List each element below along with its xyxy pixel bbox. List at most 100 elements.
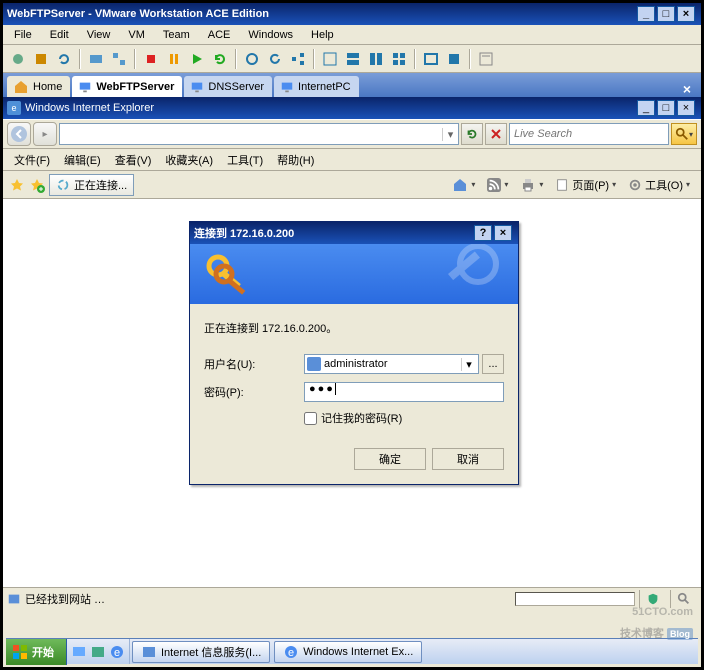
search-button[interactable]: ▾ bbox=[671, 123, 697, 145]
iis-icon bbox=[7, 592, 21, 606]
ie-menu-edit[interactable]: 编辑(E) bbox=[57, 150, 108, 170]
view4-icon[interactable] bbox=[388, 48, 410, 70]
back-button[interactable] bbox=[7, 122, 31, 146]
home-icon bbox=[452, 177, 468, 193]
keys-icon bbox=[198, 244, 258, 304]
snapshot-icon[interactable] bbox=[85, 48, 107, 70]
unity-icon[interactable] bbox=[443, 48, 465, 70]
view2-icon[interactable] bbox=[342, 48, 364, 70]
tab-home[interactable]: Home bbox=[7, 76, 70, 97]
restart-icon[interactable] bbox=[209, 48, 231, 70]
ie-menu-file[interactable]: 文件(F) bbox=[7, 150, 57, 170]
menu-edit[interactable]: Edit bbox=[42, 27, 77, 43]
close-button[interactable]: × bbox=[677, 6, 695, 22]
address-input[interactable] bbox=[60, 124, 442, 144]
vmware-toolbar bbox=[3, 45, 701, 73]
taskbar-app-iis[interactable]: Internet 信息服务(I... bbox=[132, 641, 270, 663]
stop-button[interactable] bbox=[485, 123, 507, 145]
feeds-button[interactable]: ▾ bbox=[482, 176, 513, 194]
print-icon bbox=[520, 177, 536, 193]
dialog-banner bbox=[190, 244, 518, 304]
gear-icon bbox=[628, 178, 642, 192]
tab-home-label: Home bbox=[33, 81, 62, 93]
ie-minimize-button[interactable]: _ bbox=[637, 100, 655, 116]
ie-close-button[interactable]: × bbox=[677, 100, 695, 116]
menu-file[interactable]: File bbox=[6, 27, 40, 43]
page-icon bbox=[555, 178, 569, 192]
browse-user-button[interactable]: ... bbox=[482, 354, 504, 374]
search-box[interactable] bbox=[509, 123, 669, 145]
ie-menu-tools[interactable]: 工具(T) bbox=[220, 150, 270, 170]
favorites-icon[interactable] bbox=[9, 177, 25, 193]
ie-menu-fav[interactable]: 收藏夹(A) bbox=[158, 150, 220, 170]
start-label: 开始 bbox=[32, 644, 54, 660]
taskbar-app1-label: Internet 信息服务(I... bbox=[161, 644, 261, 660]
snapshot-tree-icon[interactable] bbox=[287, 48, 309, 70]
menu-view[interactable]: View bbox=[79, 27, 119, 43]
poweroff-icon[interactable] bbox=[7, 48, 29, 70]
view3-icon[interactable] bbox=[365, 48, 387, 70]
view1-icon[interactable] bbox=[319, 48, 341, 70]
tab-close-button[interactable]: × bbox=[677, 81, 697, 97]
ql-ie-icon[interactable]: e bbox=[109, 644, 125, 660]
minimize-button[interactable]: _ bbox=[637, 6, 655, 22]
snapshot-mgr-icon[interactable] bbox=[108, 48, 130, 70]
search-dropdown[interactable]: ▾ bbox=[689, 130, 693, 139]
taskbar-app-ie[interactable]: e Windows Internet Ex... bbox=[274, 641, 422, 663]
username-combo[interactable]: administrator ▾ bbox=[304, 354, 479, 374]
tools-menu[interactable]: 工具(O)▾ bbox=[623, 175, 695, 195]
dialog-titlebar: 连接到 172.16.0.200 ? × bbox=[190, 222, 518, 244]
play-icon[interactable] bbox=[186, 48, 208, 70]
dialog-help-button[interactable]: ? bbox=[474, 225, 492, 241]
tab-webftpserver[interactable]: WebFTPServer bbox=[72, 76, 182, 97]
remember-checkbox[interactable] bbox=[304, 412, 317, 425]
password-input[interactable]: ●●● bbox=[304, 382, 504, 402]
page-menu[interactable]: 页面(P)▾ bbox=[550, 175, 621, 195]
refresh-button[interactable] bbox=[461, 123, 483, 145]
username-label: 用户名(U): bbox=[204, 356, 304, 372]
pause-icon[interactable] bbox=[163, 48, 185, 70]
search-input[interactable] bbox=[510, 128, 668, 140]
home-button[interactable]: ▾ bbox=[447, 175, 480, 195]
address-dropdown[interactable]: ▾ bbox=[442, 128, 458, 141]
ie-title-text: Windows Internet Explorer bbox=[25, 102, 635, 114]
snapshot-take-icon[interactable] bbox=[241, 48, 263, 70]
taskbar-app2-label: Windows Internet Ex... bbox=[303, 646, 413, 658]
svg-text:e: e bbox=[114, 647, 120, 659]
maximize-button[interactable]: □ bbox=[657, 6, 675, 22]
remember-label: 记住我的密码(R) bbox=[321, 410, 402, 426]
start-button[interactable]: 开始 bbox=[6, 639, 67, 665]
add-fav-icon[interactable] bbox=[29, 177, 45, 193]
ie-menu-view[interactable]: 查看(V) bbox=[108, 150, 159, 170]
revert-icon[interactable] bbox=[264, 48, 286, 70]
suspend-icon[interactable] bbox=[30, 48, 52, 70]
reset-icon[interactable] bbox=[53, 48, 75, 70]
tab-internetpc[interactable]: InternetPC bbox=[274, 76, 359, 97]
ie-menu-help[interactable]: 帮助(H) bbox=[270, 150, 321, 170]
menu-help[interactable]: Help bbox=[303, 27, 342, 43]
cancel-button[interactable]: 取消 bbox=[432, 448, 504, 470]
username-dropdown[interactable]: ▾ bbox=[461, 358, 476, 371]
ie-maximize-button[interactable]: □ bbox=[657, 100, 675, 116]
print-button[interactable]: ▾ bbox=[515, 175, 548, 195]
fullscreen-icon[interactable] bbox=[420, 48, 442, 70]
user-icon bbox=[307, 357, 321, 371]
menu-windows[interactable]: Windows bbox=[240, 27, 301, 43]
password-label: 密码(P): bbox=[204, 384, 304, 400]
address-bar[interactable]: ▾ bbox=[59, 123, 459, 145]
ie-navbar: ▸ ▾ ▾ bbox=[3, 119, 701, 149]
stop-icon[interactable] bbox=[140, 48, 162, 70]
tab-dnsserver[interactable]: DNSServer bbox=[184, 76, 272, 97]
dialog-close-button[interactable]: × bbox=[494, 225, 512, 241]
forward-button[interactable]: ▸ bbox=[33, 122, 57, 146]
ok-button[interactable]: 确定 bbox=[354, 448, 426, 470]
rss-icon bbox=[487, 178, 501, 192]
summary-icon[interactable] bbox=[475, 48, 497, 70]
quick-launch: e bbox=[67, 639, 130, 664]
current-tab[interactable]: 正在连接... bbox=[49, 174, 134, 196]
ql-explorer-icon[interactable] bbox=[90, 644, 106, 660]
ql-desktop-icon[interactable] bbox=[71, 644, 87, 660]
menu-ace[interactable]: ACE bbox=[200, 27, 239, 43]
menu-vm[interactable]: VM bbox=[120, 27, 153, 43]
menu-team[interactable]: Team bbox=[155, 27, 198, 43]
